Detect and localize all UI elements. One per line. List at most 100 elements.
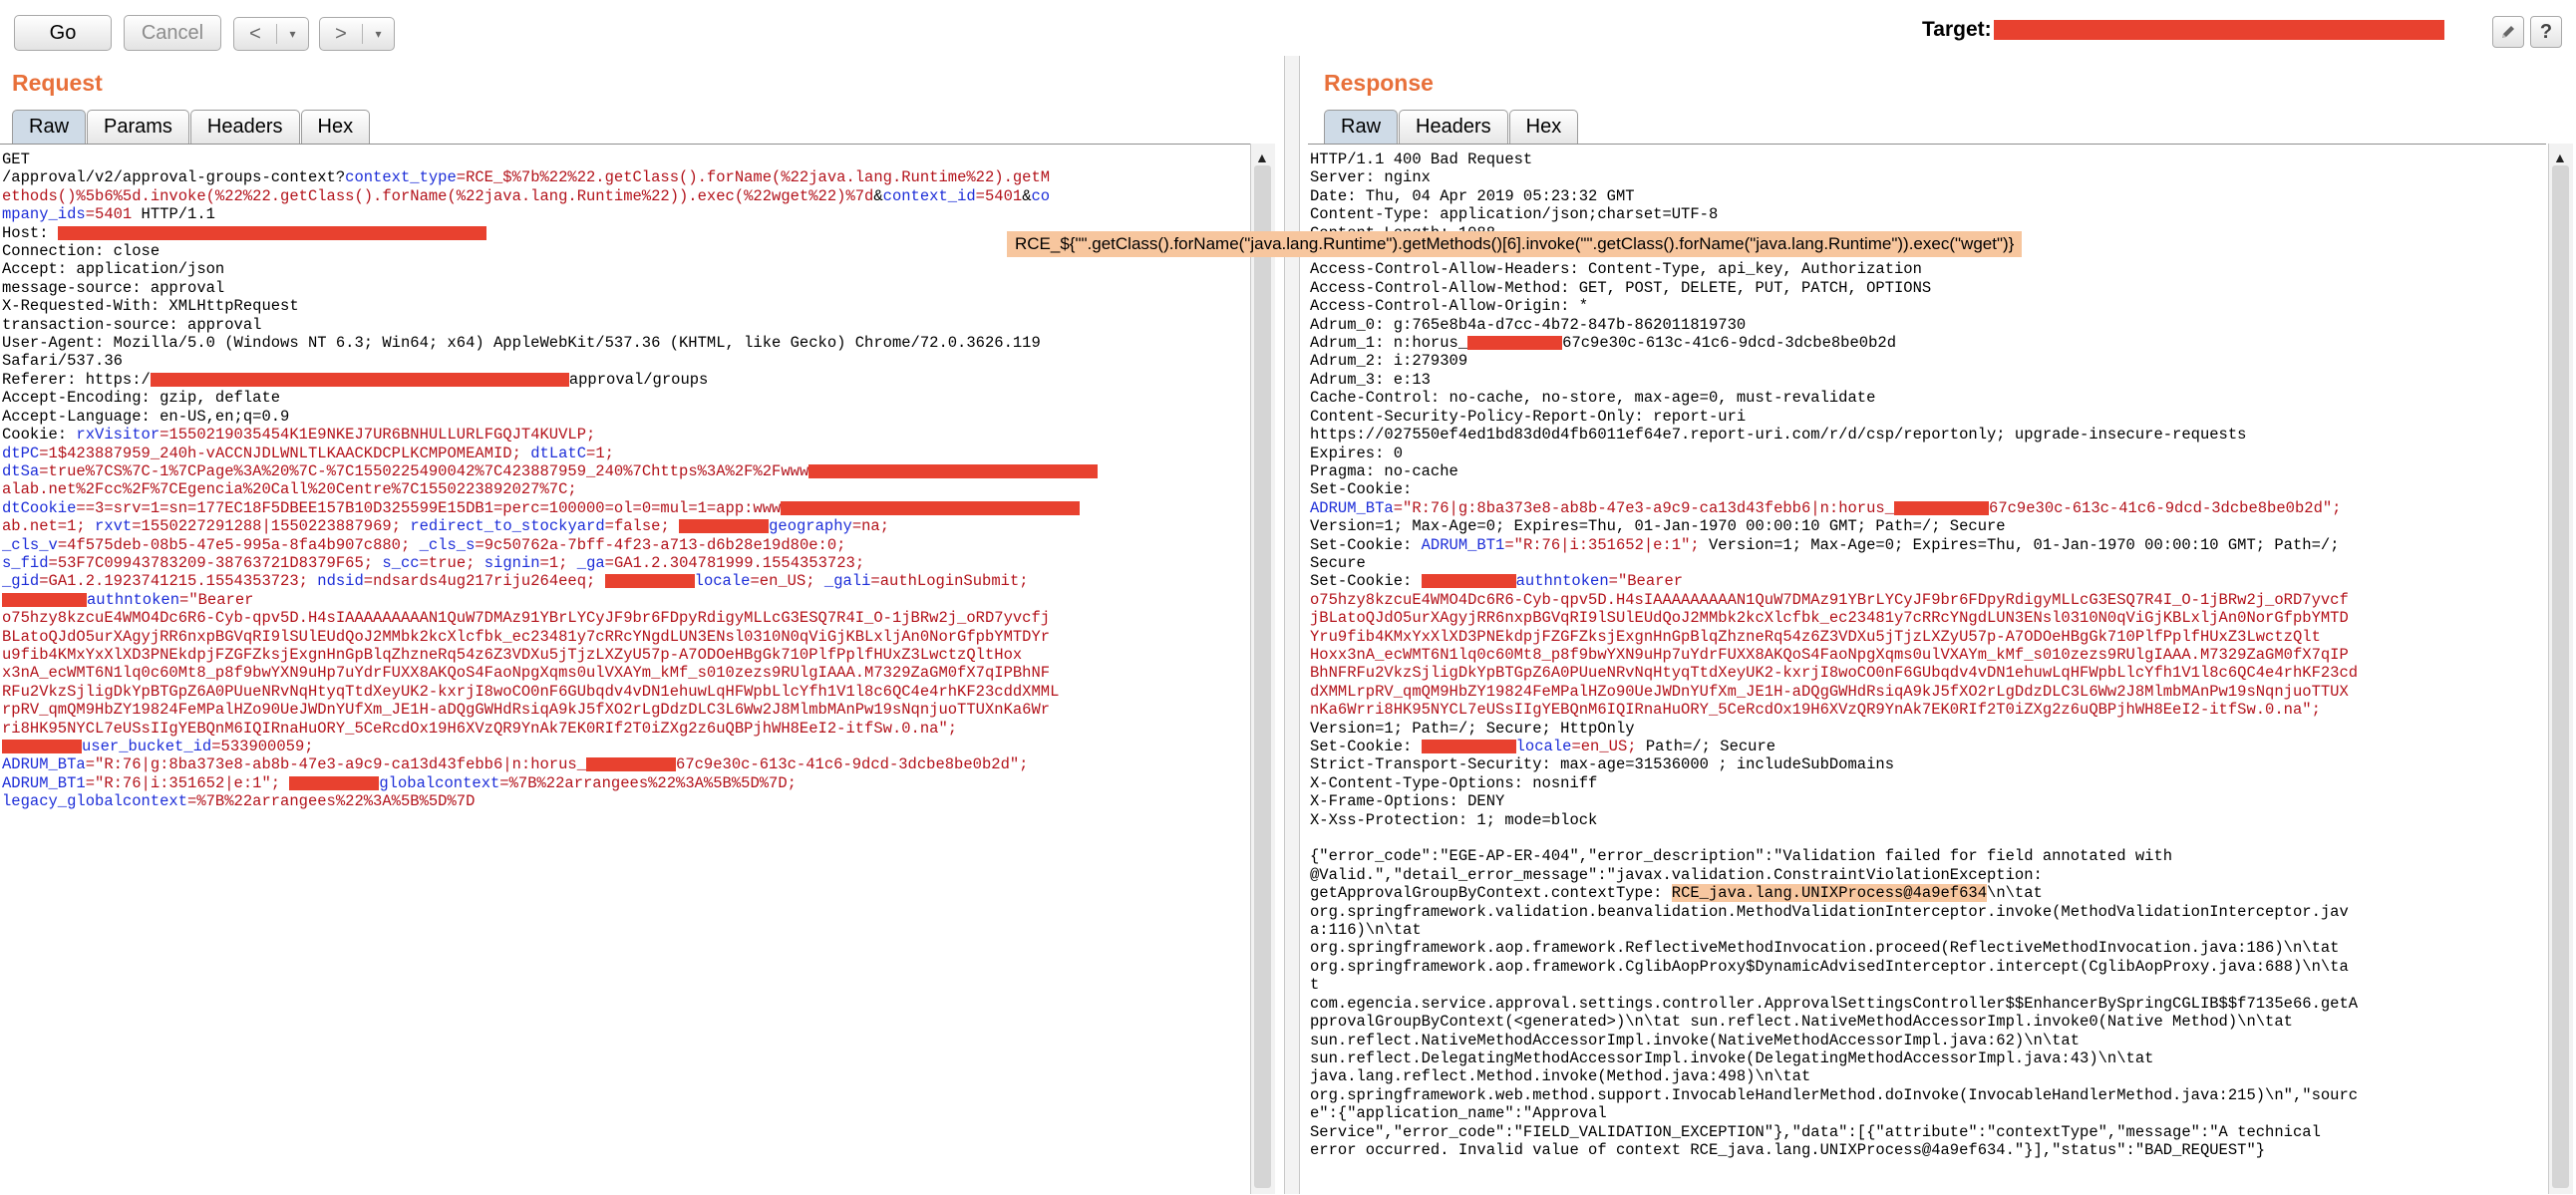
forward-dropdown-icon[interactable]: ▾ [363,27,394,41]
request-line: _gid=GA1.2.1923741215.1554353723; ndsid=… [2,572,1250,590]
request-scrollbar[interactable]: ▲ [1250,144,1275,1194]
param-value: Yru9fib4KMxYxXlXD3PNEkdpjFZGFZksjExgnHnG… [1310,627,2321,646]
response-scrollbar[interactable]: ▲ [2548,144,2573,1194]
param-value: ="R:76|g:8ba373e8-ab8b-47e3-a9c9-ca13d43… [85,755,587,774]
param-value: ="R:76|i:351652|e:1"; [1504,535,1700,554]
code-text: Set-Cookie: [1310,535,1422,554]
code-text: & [1022,186,1032,205]
redaction-block [1421,574,1516,589]
response-line: Adrum_0: g:765e8b4a-d7cc-4b72-847b-86201… [1310,316,2546,334]
response-line: org.springframework.aop.framework.CglibA… [1310,958,2546,976]
request-editor[interactable]: GET/approval/v2/approval-groups-context?… [0,144,1250,1195]
param-key: context_id [882,186,976,205]
split-divider[interactable] [1284,56,1300,1194]
request-line: dtSa=true%7CS%7C-1%7CPage%3A%20%7C-%7C15… [2,462,1250,480]
code-text: Content-Security-Policy-Report-Only: rep… [1310,407,1747,426]
response-line [1310,829,2546,847]
response-line: Set-Cookie: ADRUM_BT1="R:76|i:351652|e:1… [1310,536,2546,554]
code-text: Secure [1310,553,1366,572]
request-line: user_bucket_id=533900059; [2,738,1250,755]
scroll-up-icon[interactable]: ▲ [1255,149,1269,165]
request-line: Safari/537.36 [2,352,1250,370]
response-line: Cache-Control: no-cache, no-store, max-a… [1310,389,2546,407]
code-text: Server: nginx [1310,168,1431,187]
code-text: Date: Thu, 04 Apr 2019 05:23:32 GMT [1310,186,1635,205]
code-text: t [1310,976,1320,995]
response-line: t [1310,976,2546,994]
back-dropdown-icon[interactable]: ▾ [277,27,308,41]
code-text: HTTP/1.1 [132,205,215,224]
param-value: BLatoQJdO5urXAgyjRR6nxpBGVqRI9lSUlEUdQoJ… [2,627,1051,646]
code-text: e":{"application_name":"Approval [1310,1104,1607,1123]
param-key: geography [769,517,852,536]
code-text: & [873,186,883,205]
pencil-icon[interactable] [2492,16,2524,48]
param-value: nKa6Wrri8HK95NYCL7eUSsIIgYEBQnM6IQIRnaHu… [1310,701,2321,720]
request-title: Request [12,70,103,96]
response-editor[interactable]: HTTP/1.1 400 Bad Request Server: nginx Dat… [1308,144,2546,1195]
response-line: @Valid.","detail_error_message":"javax.v… [1310,866,2546,884]
param-key: ADRUM_BT1 [2,773,86,792]
tab-raw[interactable]: Raw [1324,110,1399,144]
param-value: o75hzy8kzcuE4WMO4Dc6R6-Cyb-qpv5D.H4sIAAA… [2,609,1051,628]
param-value: =1$423887959_240h-vACCNJDLWNLTLKAACKDCPL… [39,444,521,462]
param-key: _ga [576,553,605,572]
code-text: org.springframework.validation.beanvalid… [1310,902,2349,921]
code-text: a:116)\n\tat [1310,921,1422,940]
code-text: https://027550ef4ed1bd83d0d4fb6011ef64e7… [1310,426,2247,445]
tab-params[interactable]: Params [87,110,189,144]
forward-button[interactable]: > ▾ [319,17,395,51]
param-value: =5401 [85,205,133,224]
tab-headers[interactable]: Headers [1399,110,1508,144]
tab-raw[interactable]: Raw [12,110,87,144]
code-text: Set-Cookie: [1310,738,1422,755]
code-text: Version=1; Max-Age=0; Expires=Thu, 01-Ja… [1699,535,2340,554]
param-key: rxvt [95,517,133,536]
code-text: /approval/v2/approval-groups-context? [2,168,346,187]
response-line: org.springframework.aop.framework.Reflec… [1310,939,2546,957]
param-value: ab.net=1; [2,517,86,536]
code-text: Adrum_3: e:13 [1310,370,1431,389]
response-line: X-Content-Type-Options: nosniff [1310,774,2546,792]
param-value: =GA1.2.1923741215.1554353723; [39,572,308,591]
code-text: sun.reflect.NativeMethodAccessorImpl.inv… [1310,1031,2081,1049]
request-line: Referer: https:/ approval/groups [2,371,1250,389]
tab-hex[interactable]: Hex [300,110,371,144]
response-line: org.springframework.validation.beanvalid… [1310,903,2546,921]
code-text: X-Xss-Protection: 1; mode=block [1310,810,1598,829]
response-scroll-thumb[interactable] [2552,165,2569,1188]
tab-hex[interactable]: Hex [1508,110,1579,144]
param-value: ="Bearer [179,590,254,609]
param-value: =%7B%22arrangees%22%3A%5B%5D%7D [187,792,476,811]
highlighted-text: RCE_java.lang.UNIXProcess@4a9ef634 [1671,884,1988,903]
code-text: error occurred. Invalid value of context… [1310,1140,2266,1159]
cancel-button[interactable]: Cancel [124,15,221,51]
param-value: =4f575deb-08b5-47e5-995a-8fa4b907c880; [57,535,411,554]
param-key: _gid [2,572,40,591]
request-line: dtCookie==3=srv=1=sn=177EC18F5DBEE157B10… [2,499,1250,517]
target-url-redacted[interactable] [1994,20,2444,40]
param-value: =1550219035454K1E9NKEJ7UR6BNHULLURLFGQJT… [160,426,596,445]
param-key: ndsid [317,572,364,591]
code-text: X-Requested-With: XMLHttpRequest [2,297,299,316]
code-text: pprovalGroupByContext(<generated>)\n\tat… [1310,1013,2293,1032]
help-icon[interactable]: ? [2530,16,2562,48]
param-value: =5401 [975,186,1023,205]
request-line: x3nA_ecWMT6N1lq0c60Mt8_p8f9bwYXN9uHp7uYd… [2,664,1250,682]
param-value: =1; [539,553,568,572]
request-scroll-thumb[interactable] [1254,165,1271,1188]
back-button[interactable]: < ▾ [233,17,309,51]
param-value: ="R:76|g:8ba373e8-ab8b-47e3-a9c9-ca13d43… [1393,498,1895,517]
go-button[interactable]: Go [14,15,112,51]
tab-headers[interactable]: Headers [189,110,300,144]
scroll-up-icon[interactable]: ▲ [2553,149,2567,165]
response-line: Adrum_1: n:horus_ 67c9e30c-613c-41c6-9dcd… [1310,334,2546,352]
param-value: u9fib4KMxYxXlXD3PNEkdpjFZGFZksjExgnHnGpB… [2,645,1023,664]
response-line: Set-Cookie: authntoken="Bearer [1310,572,2546,590]
param-value: =9c50762a-7bff-4f23-a713-d6b28e19d80e:0; [475,535,846,554]
response-line: Adrum_2: i:279309 [1310,352,2546,370]
redaction-block [2,592,87,607]
